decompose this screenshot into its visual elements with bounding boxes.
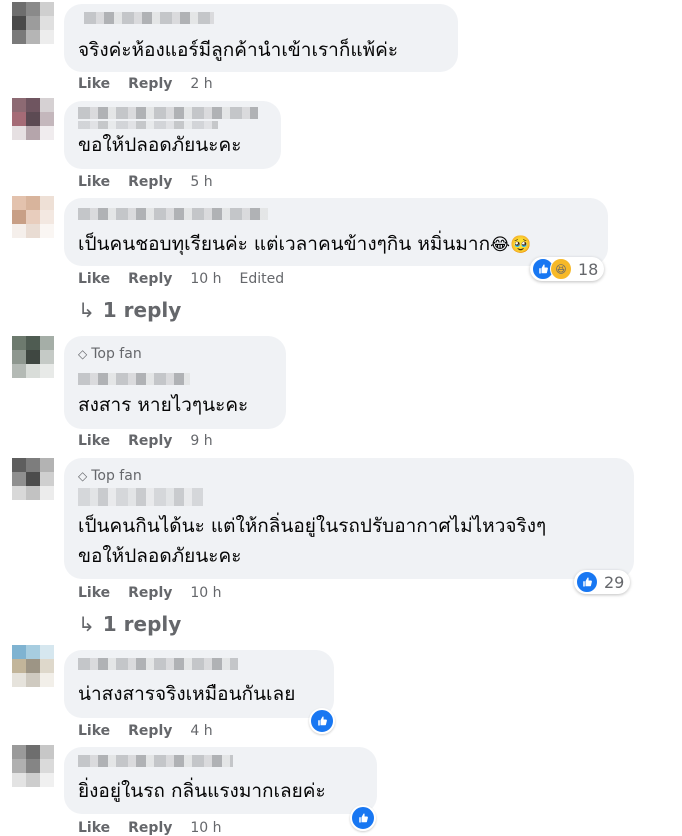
comment-actions: Like Reply 10 h	[78, 585, 240, 601]
avatar[interactable]	[12, 745, 54, 787]
like-button[interactable]: Like	[78, 174, 110, 190]
diamond-icon: ◇	[78, 469, 88, 483]
comment-timestamp[interactable]: 2 h	[190, 76, 212, 92]
comment-timestamp[interactable]: 9 h	[190, 433, 212, 449]
author-name-blurred[interactable]	[78, 658, 238, 670]
comment-text-body: เป็นคนชอบทุเรียนค่ะ แต่เวลาคนข้างๆกิน หม…	[78, 233, 491, 255]
reply-button[interactable]: Reply	[128, 433, 172, 449]
reply-button[interactable]: Reply	[128, 723, 172, 739]
view-replies-link[interactable]: ↳ 1 reply	[78, 298, 181, 322]
comment-bubble: น่าสงสารจริงเหมือนกันเลย	[64, 650, 334, 718]
reply-arrow-icon: ↳	[78, 298, 95, 322]
comment-bubble: ◇ Top fan สงสาร หายไวๆนะคะ	[64, 336, 286, 429]
view-replies-label: 1 reply	[102, 612, 182, 636]
comment-text: ขอให้ปลอดภัยนะคะ	[78, 134, 242, 156]
avatar[interactable]	[12, 196, 54, 238]
reply-button[interactable]: Reply	[128, 76, 172, 92]
top-fan-label: Top fan	[91, 468, 142, 484]
view-replies-label: 1 reply	[102, 298, 182, 322]
author-name-blurred[interactable]	[78, 373, 190, 385]
top-fan-badge: ◇ Top fan	[78, 346, 142, 362]
comment-text: สงสาร หายไวๆนะคะ	[78, 394, 249, 416]
comment-bubble: เป็นคนชอบทุเรียนค่ะ แต่เวลาคนข้างๆกิน หม…	[64, 198, 608, 266]
author-name-blurred[interactable]	[78, 107, 258, 119]
comment-timestamp[interactable]: 10 h	[190, 271, 221, 287]
like-button[interactable]: Like	[78, 271, 110, 287]
author-name-blurred[interactable]	[84, 12, 214, 24]
thumbs-up-icon[interactable]	[350, 805, 376, 831]
thumbs-up-icon[interactable]	[309, 708, 335, 734]
view-replies-link[interactable]: ↳ 1 reply	[78, 612, 181, 636]
reply-button[interactable]: Reply	[128, 271, 172, 287]
comment-text: เป็นคนชอบทุเรียนค่ะ แต่เวลาคนข้างๆกิน หม…	[78, 230, 531, 259]
emoji-laugh-cry: 😂🥹	[490, 235, 532, 255]
comment-timestamp[interactable]: 10 h	[190, 820, 221, 836]
like-button[interactable]: Like	[78, 820, 110, 836]
like-button[interactable]: Like	[78, 76, 110, 92]
comment-actions: Like Reply 10 h Edited	[78, 271, 284, 287]
comment-text: น่าสงสารจริงเหมือนกันเลย	[78, 683, 296, 705]
avatar[interactable]	[12, 2, 54, 44]
avatar[interactable]	[12, 458, 54, 500]
diamond-icon: ◇	[78, 347, 88, 361]
comment-bubble: จริงค่ะห้องแอร์มีลูกค้านำเข้าเราก็แพ้ค่ะ	[64, 4, 458, 72]
comment-text-line1: เป็นคนกินได้นะ แต่ให้กลิ่นอยู่ในรถปรับอา…	[78, 515, 547, 537]
author-name-blurred	[78, 121, 218, 129]
comment-bubble: ขอให้ปลอดภัยนะคะ	[64, 101, 281, 169]
comment-actions: Like Reply 10 h	[78, 820, 240, 836]
reaction-count: 29	[604, 572, 625, 592]
edited-label[interactable]: Edited	[240, 271, 285, 287]
comment-actions: Like Reply 9 h	[78, 433, 231, 449]
comment-text-line2: ขอให้ปลอดภัยนะคะ	[78, 545, 242, 567]
reaction-count: 18	[578, 259, 599, 279]
comment-timestamp[interactable]: 5 h	[190, 174, 212, 190]
comment-timestamp[interactable]: 10 h	[190, 585, 221, 601]
comment-timestamp[interactable]: 4 h	[190, 723, 212, 739]
avatar[interactable]	[12, 645, 54, 687]
like-button[interactable]: Like	[78, 585, 110, 601]
author-name-blurred[interactable]	[78, 208, 268, 220]
comment-actions: Like Reply 5 h	[78, 174, 231, 190]
comment-bubble: ◇ Top fan เป็นคนกินได้นะ แต่ให้กลิ่นอยู่…	[64, 458, 634, 579]
reply-button[interactable]: Reply	[128, 820, 172, 836]
comment-actions: Like Reply 2 h	[78, 76, 231, 92]
comment-text: ยิ่งอยู่ในรถ กลิ่นแรงมากเลยค่ะ	[78, 780, 326, 802]
reply-button[interactable]: Reply	[128, 585, 172, 601]
reaction-summary[interactable]: 29	[574, 570, 631, 594]
like-button[interactable]: Like	[78, 433, 110, 449]
comment-bubble: ยิ่งอยู่ในรถ กลิ่นแรงมากเลยค่ะ	[64, 747, 377, 814]
haha-face-icon: 😆	[550, 258, 572, 280]
reaction-summary[interactable]: 😆 18	[530, 257, 605, 281]
comment-actions: Like Reply 4 h	[78, 723, 231, 739]
top-fan-badge: ◇ Top fan	[78, 468, 142, 484]
like-button[interactable]: Like	[78, 723, 110, 739]
avatar[interactable]	[12, 98, 54, 140]
author-name-blurred[interactable]	[78, 755, 233, 767]
avatar[interactable]	[12, 336, 54, 378]
reply-button[interactable]: Reply	[128, 174, 172, 190]
reply-arrow-icon: ↳	[78, 612, 95, 636]
author-name-blurred[interactable]	[78, 488, 203, 506]
thumbs-up-icon	[576, 571, 598, 593]
comment-text: จริงค่ะห้องแอร์มีลูกค้านำเข้าเราก็แพ้ค่ะ	[78, 39, 399, 61]
top-fan-label: Top fan	[91, 346, 142, 362]
